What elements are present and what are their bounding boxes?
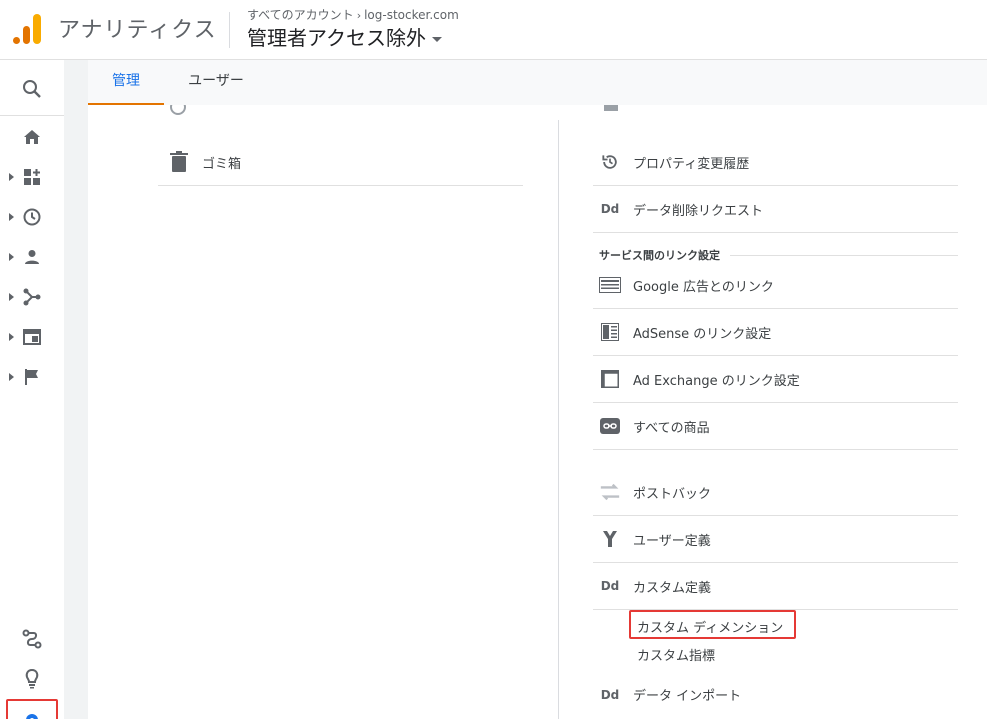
dd-icon: Dd: [600, 202, 620, 216]
adsense-icon: [599, 321, 621, 343]
conversions-icon[interactable]: [20, 365, 44, 389]
home-icon[interactable]: [20, 125, 44, 149]
google-ads-icon: [599, 274, 621, 296]
header-divider: [229, 12, 230, 48]
item-custom-definitions[interactable]: Dd カスタム定義: [593, 563, 958, 610]
caret-down-icon: [432, 37, 442, 42]
chevron-right-icon: ›: [356, 9, 362, 22]
expand-arrow-icon[interactable]: [9, 333, 14, 341]
item-adsense-link[interactable]: AdSense のリンク設定: [593, 309, 958, 356]
realtime-icon[interactable]: [20, 205, 44, 229]
customization-icon[interactable]: [20, 165, 44, 189]
item-property-history[interactable]: プロパティ変更履歴: [593, 139, 958, 186]
item-data-deletion[interactable]: Dd データ削除リクエスト: [593, 186, 958, 233]
google-ads-link-label: Google 広告とのリンク: [633, 279, 774, 295]
user-defined-label: ユーザー定義: [633, 533, 711, 549]
item-google-ads-link[interactable]: Google 広告とのリンク: [593, 262, 958, 309]
section-title-product-linking: サービス間のリンク設定: [599, 249, 720, 262]
view-selector[interactable]: 管理者アクセス除外: [247, 22, 442, 51]
item-data-import[interactable]: Dd データ インポート: [593, 671, 958, 718]
partial-icon: [170, 105, 186, 115]
expand-arrow-icon[interactable]: [9, 373, 14, 381]
adsense-link-label: AdSense のリンク設定: [633, 326, 772, 342]
tab-admin[interactable]: 管理: [88, 60, 164, 105]
dd-icon: Dd: [600, 579, 620, 593]
scrolled-row-partial: [158, 105, 523, 121]
scrolled-row-partial: [593, 105, 958, 121]
postback-icon: [599, 481, 621, 503]
audience-icon[interactable]: [20, 245, 44, 269]
expand-arrow-icon[interactable]: [9, 213, 14, 221]
expand-arrow-icon[interactable]: [9, 173, 14, 181]
admin-tabs: 管理 ユーザー: [88, 60, 987, 105]
search-icon[interactable]: [20, 77, 44, 101]
trash-label: ゴミ箱: [202, 156, 242, 172]
trash-icon: [168, 151, 190, 173]
data-deletion-label: データ削除リクエスト: [633, 203, 764, 219]
view-name: 管理者アクセス除外: [247, 26, 426, 50]
left-item-trash[interactable]: ゴミ箱: [158, 139, 523, 186]
dd-icon: Dd: [600, 687, 620, 702]
item-postbacks[interactable]: ポストバック: [593, 469, 958, 516]
behavior-icon[interactable]: [20, 325, 44, 349]
postbacks-label: ポストバック: [633, 486, 712, 502]
discover-icon[interactable]: [20, 667, 44, 691]
sublink-custom-metrics[interactable]: カスタム指標: [637, 645, 715, 664]
admin-highlight-box: [6, 699, 58, 719]
expand-arrow-icon[interactable]: [9, 293, 14, 301]
property-history-label: プロパティ変更履歴: [633, 156, 750, 172]
custom-dimensions-highlight-box: [629, 610, 796, 639]
link-icon: [599, 415, 621, 437]
ad-exchange-link-label: Ad Exchange のリンク設定: [633, 373, 800, 389]
acquisition-icon[interactable]: [20, 285, 44, 309]
data-import-label: データ インポート: [633, 689, 742, 704]
tab-user[interactable]: ユーザー: [168, 60, 264, 105]
item-all-products[interactable]: すべての商品: [593, 403, 958, 450]
history-icon: [599, 151, 621, 173]
user-defined-icon: [599, 528, 621, 550]
section-divider: [730, 255, 958, 256]
ad-exchange-icon: [599, 368, 621, 390]
attribution-icon[interactable]: [20, 627, 44, 651]
breadcrumb-all-accounts[interactable]: すべてのアカウント: [247, 8, 354, 22]
item-ad-exchange-link[interactable]: Ad Exchange のリンク設定: [593, 356, 958, 403]
expand-arrow-icon[interactable]: [9, 253, 14, 261]
custom-definitions-label: カスタム定義: [633, 580, 712, 596]
analytics-logo-icon[interactable]: [13, 14, 41, 44]
breadcrumb-property[interactable]: log-stocker.com: [364, 8, 459, 22]
all-products-label: すべての商品: [633, 420, 710, 436]
breadcrumb[interactable]: すべてのアカウント › log-stocker.com: [247, 6, 459, 23]
app-title: アナリティクス: [58, 18, 217, 43]
nav-search[interactable]: [0, 60, 64, 116]
left-nav: [0, 60, 64, 719]
top-header: アナリティクス すべてのアカウント › log-stocker.com 管理者アクセ…: [0, 0, 987, 60]
column-divider: [558, 120, 559, 719]
partial-icon: [604, 105, 618, 111]
item-user-defined[interactable]: ユーザー定義: [593, 516, 958, 563]
